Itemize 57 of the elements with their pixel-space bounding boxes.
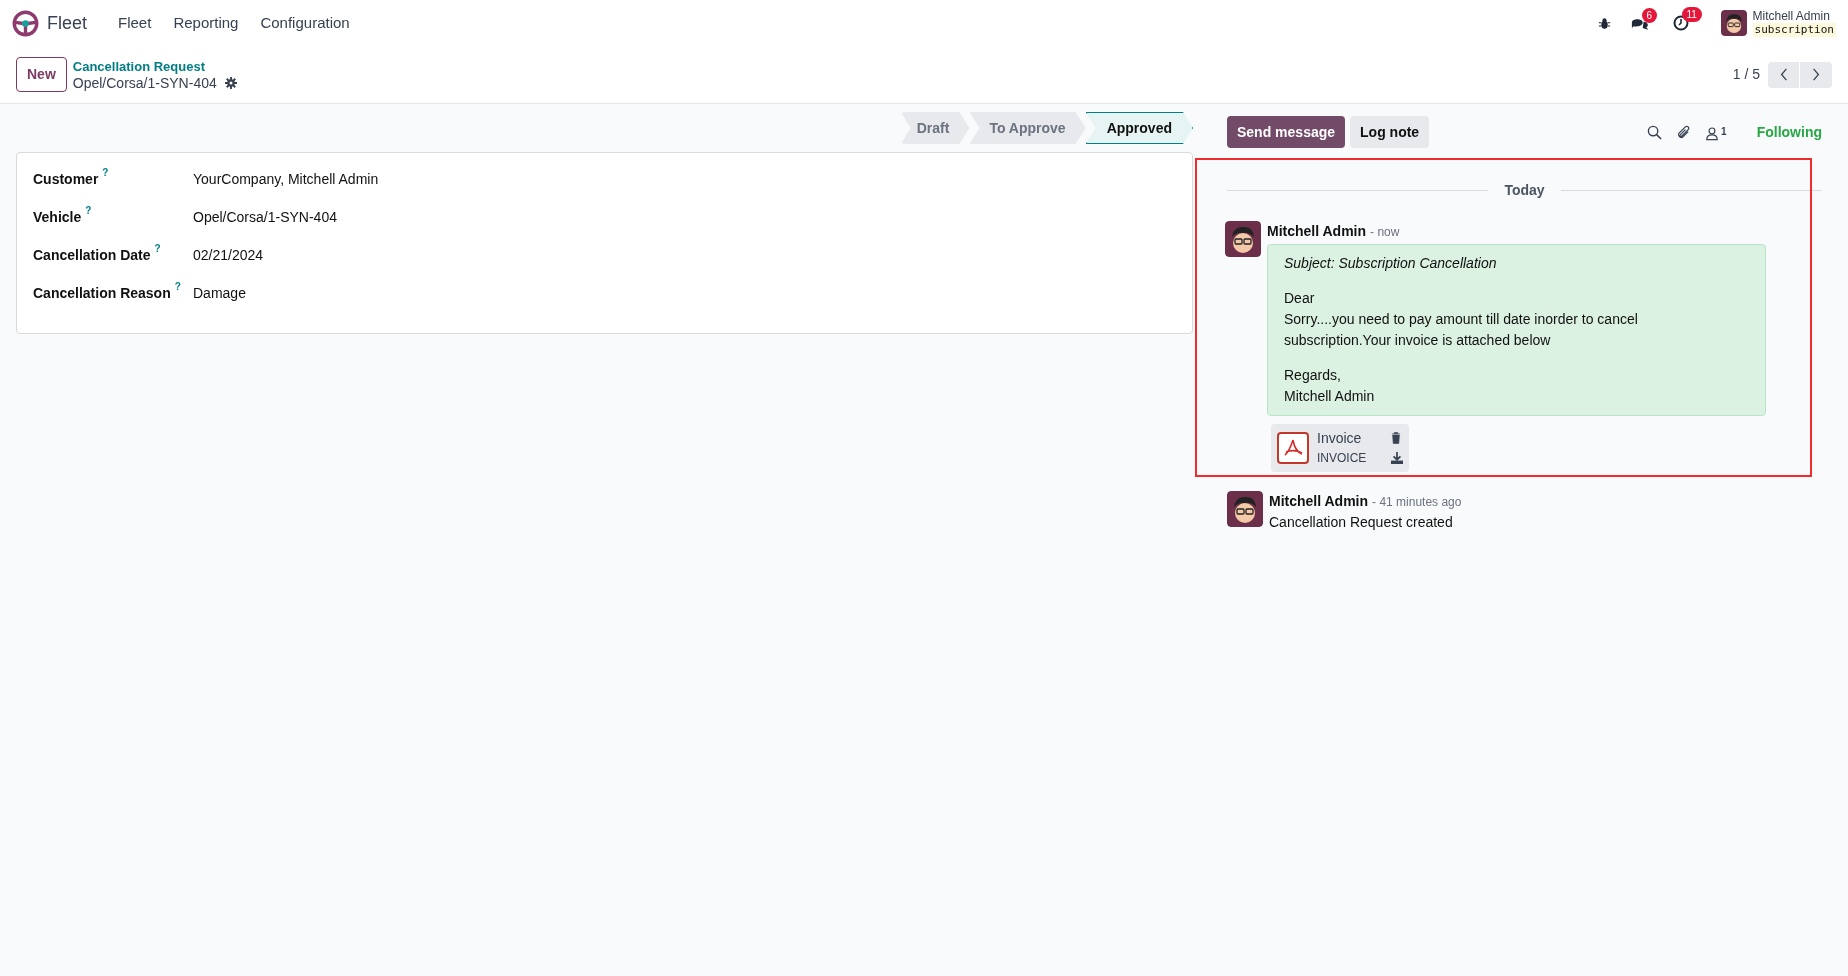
message-paragraph: Regards, Mitchell Admin (1284, 366, 1376, 406)
chevron-right-icon (1812, 68, 1820, 81)
status-stage[interactable]: Approved (1085, 112, 1193, 144)
attachment-type: INVOICE (1317, 450, 1368, 467)
pager-value: 1 / 5 (1732, 65, 1760, 84)
attachment-card[interactable]: Invoice INVOICE (1271, 424, 1409, 472)
avatar-icon (1720, 10, 1747, 36)
clock-icon[interactable] (1672, 15, 1689, 31)
download-icon[interactable] (1391, 452, 1403, 464)
person-icon (1705, 125, 1720, 141)
message-author[interactable]: Mitchell Admin (1267, 221, 1367, 242)
message-subject: Subject: Subscription Cancellation (1284, 254, 1498, 273)
field-value: Damage (193, 284, 246, 303)
message-author[interactable]: Mitchell Admin (1269, 491, 1369, 512)
field-label: Cancellation Reason (33, 284, 171, 303)
field-label: Customer (33, 170, 99, 189)
help-tooltip[interactable]: ? (174, 279, 181, 294)
field-label: Cancellation Date (33, 246, 151, 265)
search-icon[interactable] (1647, 124, 1663, 140)
paperclip-icon[interactable] (1676, 124, 1692, 140)
menu-item[interactable]: Configuration (249, 11, 361, 35)
record-name: Opel/Corsa/1-SYN-404 (72, 74, 217, 91)
avatar-icon (1225, 221, 1261, 257)
status-stage[interactable]: Draft (900, 112, 970, 144)
bug-icon[interactable] (1597, 16, 1611, 30)
app-name[interactable]: Fleet (47, 9, 88, 37)
avatar-icon (1227, 491, 1263, 527)
date-separator: Today (1503, 181, 1546, 200)
trash-icon[interactable] (1391, 432, 1401, 444)
message-text: Cancellation Request created (1269, 513, 1454, 532)
settings-icon[interactable] (224, 76, 237, 89)
message-count-badge: 6 (1641, 7, 1658, 23)
send-message-button[interactable]: Send message (1227, 116, 1346, 148)
message-time: - now (1370, 224, 1400, 241)
user-name[interactable]: Mitchell Admin (1752, 9, 1836, 23)
field-label: Vehicle (33, 208, 82, 227)
field-value: Opel/Corsa/1-SYN-404 (193, 208, 337, 227)
help-tooltip[interactable]: ? (102, 165, 109, 180)
database-name: subscription (1752, 23, 1836, 37)
message-paragraph: Dear Sorry....you need to pay amount till date inorder to cancel subscription.Your invoice is attached below (1284, 289, 1639, 350)
pdf-file-icon (1277, 432, 1309, 464)
activity-count-badge: 11 (1681, 7, 1702, 22)
message-time: - 41 minutes ago (1372, 494, 1462, 511)
followers-button[interactable]: 1 (1705, 123, 1727, 141)
log-note-button[interactable]: Log note (1350, 116, 1430, 148)
help-tooltip[interactable]: ? (154, 241, 161, 256)
breadcrumb-link[interactable]: Cancellation Request (72, 58, 237, 75)
status-stage[interactable]: To Approve (969, 112, 1086, 144)
chevron-left-icon (1779, 68, 1788, 81)
menu-item[interactable]: Reporting (162, 11, 250, 35)
steering-wheel-icon (12, 9, 39, 37)
field-value: 02/21/2024 (193, 246, 264, 265)
help-tooltip[interactable]: ? (85, 203, 92, 218)
attachment-name: Invoice (1317, 429, 1363, 448)
field-value: YourCompany, Mitchell Admin (193, 170, 379, 189)
new-button[interactable]: New (16, 57, 67, 92)
menu-item[interactable]: Fleet (107, 11, 163, 35)
